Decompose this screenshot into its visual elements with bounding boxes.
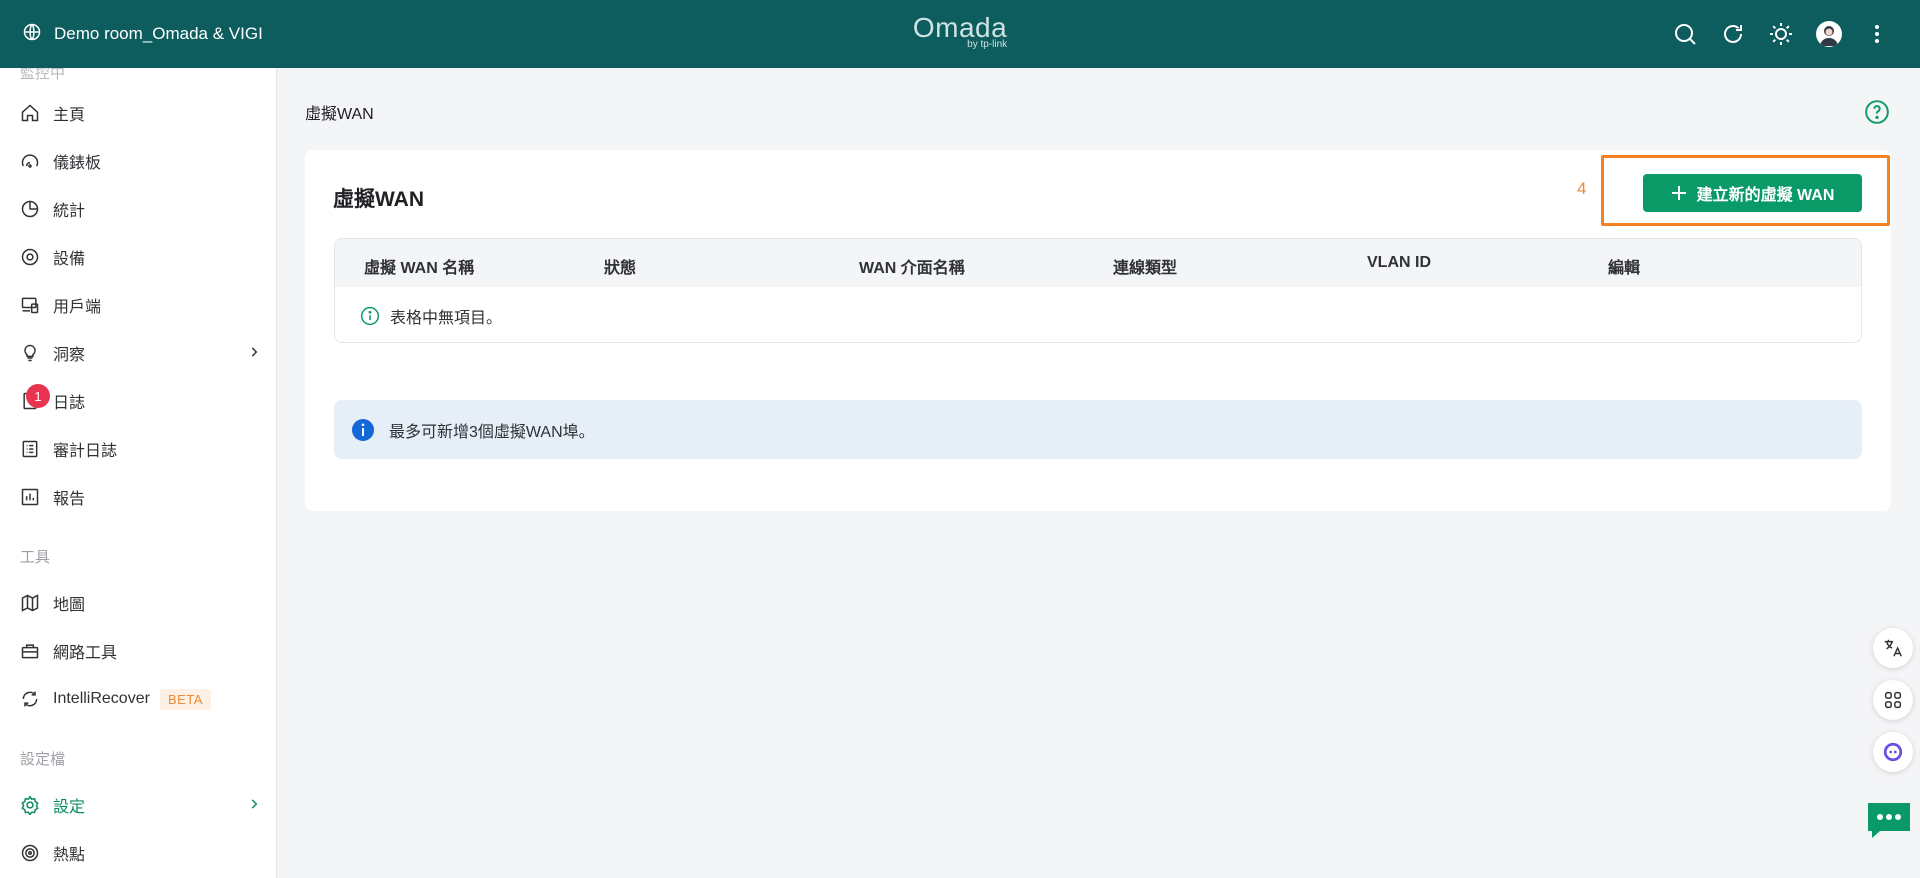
chat-icon[interactable] [1866,800,1912,840]
translate-icon [1884,639,1902,657]
sidebar-item-logs[interactable]: 1 日誌 [0,381,276,421]
audit-log-icon [20,439,40,459]
page-title: 虛擬WAN [305,106,374,123]
refresh-icon[interactable] [1720,21,1746,47]
omada-logo: Omada by tp-link [913,14,1007,50]
info-icon [352,418,374,441]
sidebar-item-label: 設備 [53,251,86,268]
column-header: 編輯 [1608,260,1641,277]
apps-grid-icon [1884,691,1902,709]
virtual-wan-table: 虛擬 WAN 名稱 狀態 WAN 介面名稱 連線類型 VLAN ID 編輯 表格… [334,238,1862,343]
sidebar-item-label: 審計日誌 [53,443,118,460]
sidebar-item-label: 報告 [53,491,86,508]
sidebar-item-label: 儀錶板 [53,155,102,172]
empty-table-row: 表格中無項目。 [360,304,502,328]
sidebar-item-home[interactable]: 主頁 [0,93,276,133]
top-bar: Demo room_Omada & VIGI Omada by tp-link [0,0,1920,68]
sidebar-item-statistics[interactable]: 統計 [0,189,276,229]
info-note-text: 最多可新增3個虛擬WAN埠。 [389,423,595,441]
sidebar-item-label: 洞察 [53,347,86,364]
theme-sun-icon[interactable] [1768,21,1794,47]
pie-chart-icon [20,199,40,219]
sidebar: 監控中 主頁 儀錶板 統計 設備 用戶端 洞察 1 日誌 審計日誌 報告 工具 [0,68,277,878]
globe-icon [22,22,42,47]
sidebar-item-label: 網路工具 [53,645,118,662]
notification-badge: 1 [26,384,50,408]
apps-button[interactable] [1873,680,1913,720]
column-header: 虛擬 WAN 名稱 [364,260,475,277]
sidebar-item-label: 用戶端 [53,299,102,316]
sidebar-item-network-tools[interactable]: 網路工具 [0,631,276,671]
hotspot-icon [20,843,40,863]
bulb-icon [20,343,40,363]
assistant-bot-icon [1883,742,1903,762]
create-virtual-wan-button[interactable]: 建立新的虛擬 WAN [1643,174,1862,212]
sidebar-item-label: 日誌 [53,395,86,412]
help-icon[interactable] [1864,99,1890,125]
column-header: 狀態 [604,260,637,277]
device-icon [20,247,40,267]
sidebar-item-insights[interactable]: 洞察 [0,333,276,373]
column-header: WAN 介面名稱 [859,260,965,277]
section-title-profile: 設定檔 [20,751,66,768]
sidebar-item-audit-logs[interactable]: 審計日誌 [0,429,276,469]
logo-word: Omada [912,12,1008,43]
sidebar-item-map[interactable]: 地圖 [0,583,276,623]
site-name: Demo room_Omada & VIGI [54,24,263,43]
sidebar-item-settings[interactable]: 設定 [0,785,276,825]
sidebar-item-intellirecover[interactable]: IntelliRecover BETA [0,679,276,719]
toolbox-icon [20,641,40,661]
more-vertical-icon[interactable] [1864,21,1890,47]
translate-button[interactable] [1873,628,1913,668]
table-header: 虛擬 WAN 名稱 狀態 WAN 介面名稱 連線類型 VLAN ID 編輯 [335,239,1861,287]
chevron-right-icon [251,799,258,809]
card-title: 虛擬WAN [333,188,424,211]
sidebar-item-label: IntelliRecover [53,690,150,707]
plus-icon [1671,186,1686,200]
chevron-right-icon [251,347,258,357]
info-note: 最多可新增3個虛擬WAN埠。 [334,400,1862,459]
create-virtual-wan-label: 建立新的虛擬 WAN [1696,187,1835,204]
sidebar-item-label: 統計 [53,203,86,220]
step-number: 4 [1577,179,1587,198]
avatar[interactable] [1816,21,1842,47]
site-selector[interactable]: Demo room_Omada & VIGI [22,22,263,47]
dashboard-icon [20,151,40,171]
sidebar-item-reports[interactable]: 報告 [0,477,276,517]
section-title-monitor: 監控中 [20,68,66,82]
sidebar-item-label: 地圖 [53,597,86,614]
info-outline-icon [360,306,380,326]
column-header: 連線類型 [1113,260,1178,277]
report-icon [20,487,40,507]
section-title-tools: 工具 [20,549,51,566]
column-header: VLAN ID [1367,254,1431,271]
empty-text: 表格中無項目。 [390,310,503,327]
assistant-button[interactable] [1873,732,1913,772]
gear-icon [20,795,40,815]
sidebar-item-dashboard[interactable]: 儀錶板 [0,141,276,181]
sidebar-item-clients[interactable]: 用戶端 [0,285,276,325]
sidebar-item-label: 熱點 [53,847,86,864]
search-icon[interactable] [1672,21,1698,47]
virtual-wan-card: 虛擬WAN 4 建立新的虛擬 WAN 虛擬 WAN 名稱 狀態 WAN 介面名稱… [305,150,1891,511]
client-icon [20,295,40,315]
recover-icon [20,689,40,709]
map-icon [20,593,40,613]
sidebar-item-devices[interactable]: 設備 [0,237,276,277]
sidebar-item-label: 主頁 [53,107,86,124]
home-icon [20,103,40,123]
beta-tag: BETA [159,688,211,710]
sidebar-item-hotspot[interactable]: 熱點 [0,833,276,873]
sidebar-item-label: 設定 [53,799,86,816]
